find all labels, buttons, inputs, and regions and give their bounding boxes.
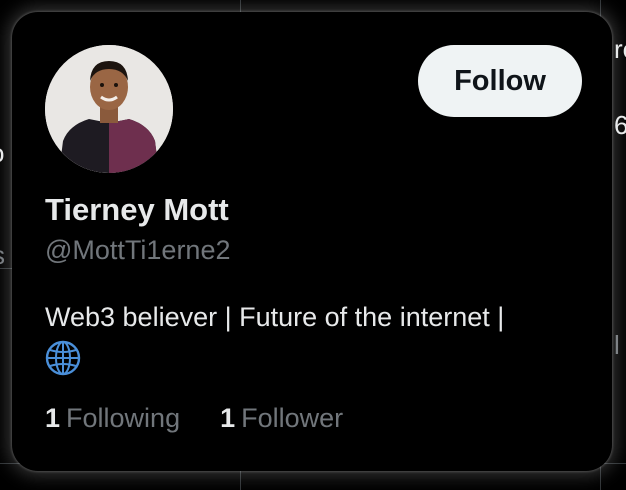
background-text-fragment: l — [614, 330, 620, 360]
globe-icon — [45, 340, 81, 386]
background-text-fragment: s — [0, 240, 5, 270]
profile-hover-card: Follow Tierney Mott @MottTi1erne2 Web3 b… — [12, 12, 612, 471]
follow-button[interactable]: Follow — [418, 45, 582, 117]
background-text-fragment: re — [614, 34, 626, 64]
following-count: 1 — [45, 403, 61, 433]
profile-bio: Web3 believer | Future of the internet | — [45, 298, 585, 386]
following-label: Following — [66, 403, 181, 433]
profile-photo — [45, 45, 173, 173]
background-text-fragment: 6 — [614, 110, 626, 140]
following-link[interactable]: 1 Following — [45, 402, 180, 434]
followers-label: Follower — [241, 403, 344, 433]
followers-count: 1 — [220, 403, 236, 433]
background-text-fragment: o — [0, 138, 4, 168]
follow-stats: 1 Following 1 Follower — [45, 402, 343, 434]
followers-link[interactable]: 1 Follower — [220, 402, 343, 434]
bio-text: Web3 believer | Future of the internet | — [45, 302, 505, 332]
display-name[interactable]: Tierney Mott — [45, 192, 229, 228]
avatar[interactable] — [45, 45, 173, 173]
user-handle[interactable]: @MottTi1erne2 — [45, 234, 230, 266]
page: o s re 6 l Follow — [0, 0, 626, 490]
